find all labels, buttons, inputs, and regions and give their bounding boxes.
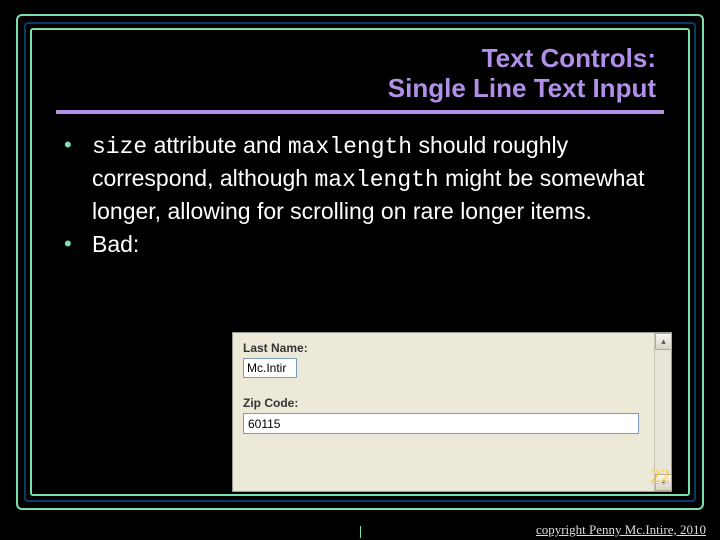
- last-name-label: Last Name:: [243, 341, 665, 355]
- code-maxlength-2: maxlength: [315, 167, 439, 193]
- title-line-2: Single Line Text Input: [56, 74, 656, 104]
- slide-frame-outer: Text Controls: Single Line Text Input • …: [16, 14, 704, 510]
- slide-frame-inner: Text Controls: Single Line Text Input • …: [30, 28, 690, 496]
- bullet-list: • size attribute and maxlength should ro…: [56, 130, 664, 260]
- zip-code-label: Zip Code:: [243, 396, 665, 410]
- bullet-text-1: size attribute and maxlength should roug…: [92, 130, 664, 227]
- last-name-input[interactable]: [243, 358, 297, 378]
- title-block: Text Controls: Single Line Text Input: [56, 40, 664, 104]
- slide-content: Text Controls: Single Line Text Input • …: [32, 30, 688, 494]
- zip-code-input[interactable]: [243, 413, 639, 434]
- bullet-text-2: Bad:: [92, 229, 664, 260]
- page-number: 22: [651, 466, 670, 488]
- bullet-item-2: • Bad:: [64, 229, 664, 260]
- code-size: size: [92, 134, 147, 160]
- slide-frame-mid: Text Controls: Single Line Text Input • …: [24, 22, 696, 502]
- code-maxlength-1: maxlength: [288, 134, 412, 160]
- bullet-dot-icon: •: [64, 229, 92, 260]
- footer-divider: [360, 526, 361, 538]
- scroll-up-icon[interactable]: ▴: [655, 333, 672, 350]
- title-line-1: Text Controls:: [56, 44, 656, 74]
- bullet-dot-icon: •: [64, 130, 92, 161]
- title-underline: [56, 110, 664, 114]
- bullet-item-1: • size attribute and maxlength should ro…: [64, 130, 664, 227]
- copyright-text: copyright Penny Mc.Intire, 2010: [536, 522, 706, 538]
- example-form-panel: Last Name: Zip Code: ▴ ▾: [232, 332, 672, 492]
- text-seg-1: attribute and: [147, 132, 288, 158]
